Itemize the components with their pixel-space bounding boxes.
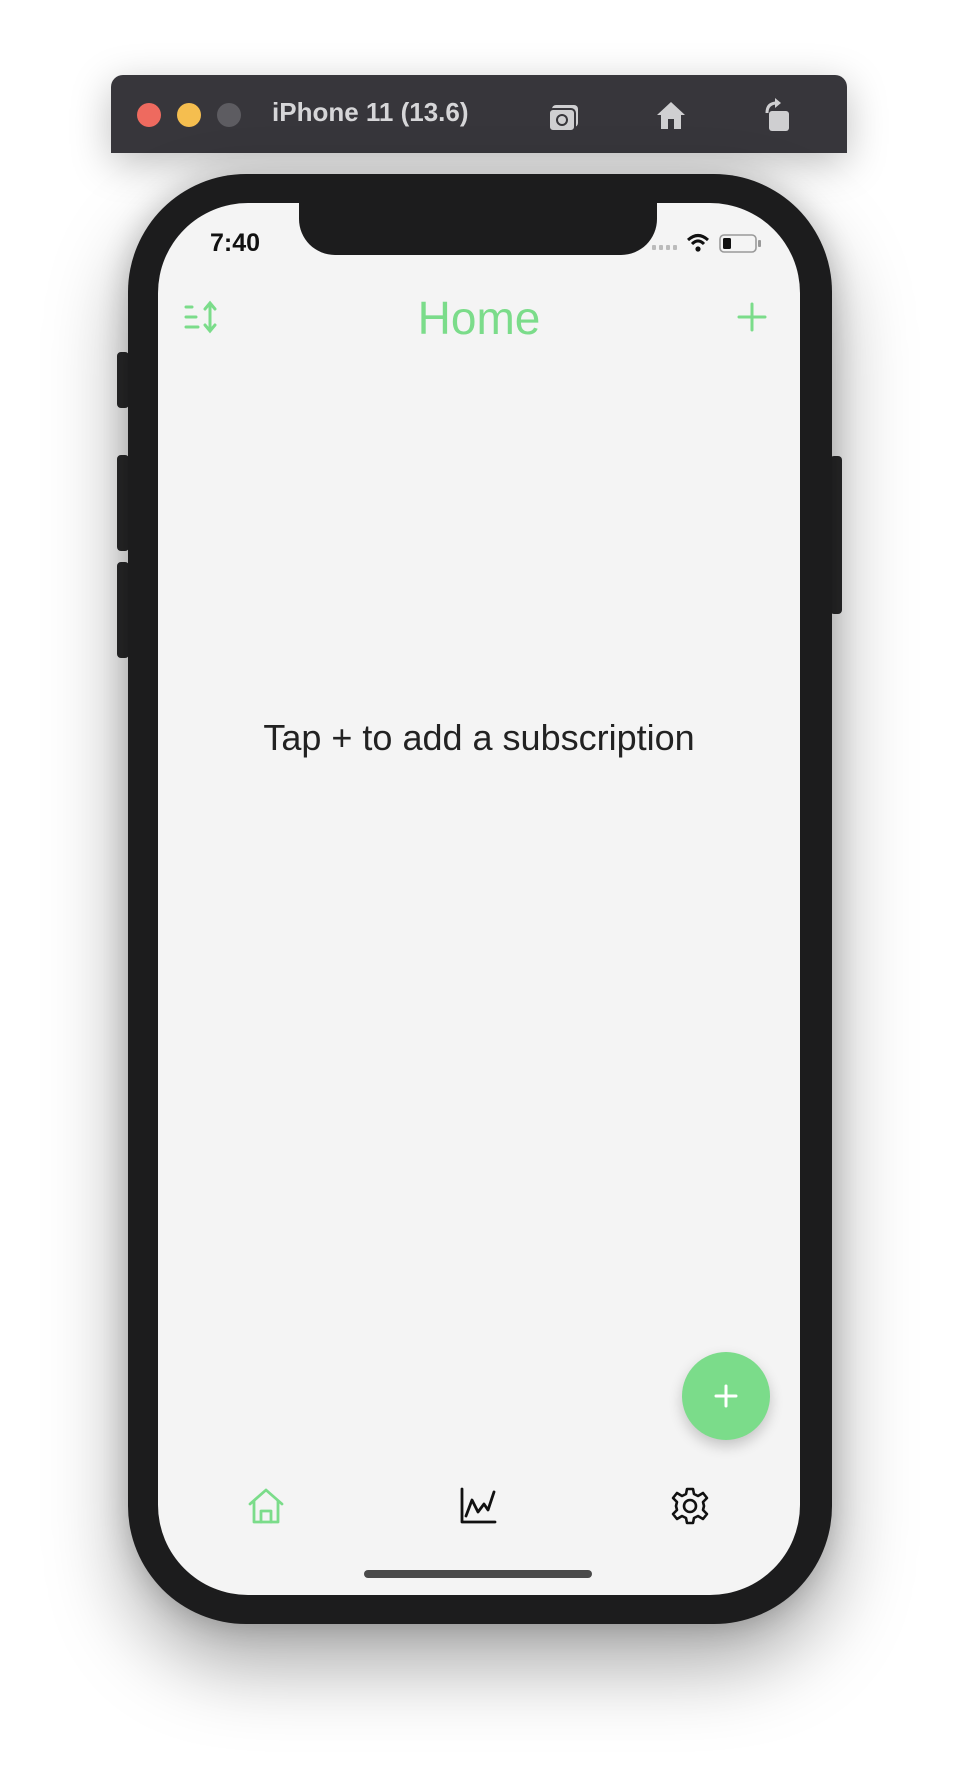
window-minimize-button[interactable] bbox=[177, 103, 201, 127]
wifi-icon bbox=[686, 234, 710, 252]
add-subscription-fab[interactable] bbox=[682, 1352, 770, 1440]
screenshot-icon[interactable] bbox=[546, 95, 586, 135]
tab-stats[interactable] bbox=[458, 1486, 498, 1526]
gear-icon bbox=[671, 1487, 709, 1525]
tab-settings[interactable] bbox=[670, 1486, 710, 1526]
rotate-icon[interactable] bbox=[757, 95, 797, 135]
app-screen: 7:40 Home Tap + to add a subscription bbox=[158, 203, 800, 1595]
home-icon bbox=[248, 1488, 284, 1524]
home-button-icon[interactable] bbox=[651, 95, 691, 135]
chart-icon bbox=[460, 1487, 497, 1524]
add-subscription-button[interactable] bbox=[734, 299, 770, 335]
notch bbox=[299, 203, 657, 255]
page-title: Home bbox=[417, 292, 541, 344]
status-icons bbox=[652, 231, 772, 255]
plus-icon bbox=[737, 302, 767, 332]
tab-home[interactable] bbox=[246, 1486, 286, 1526]
home-indicator[interactable] bbox=[364, 1570, 592, 1578]
window-close-button[interactable] bbox=[137, 103, 161, 127]
battery-icon bbox=[719, 234, 761, 253]
window-zoom-button[interactable] bbox=[217, 103, 241, 127]
plus-icon bbox=[714, 1384, 738, 1408]
status-time: 7:40 bbox=[210, 229, 261, 257]
simulator-title: iPhone 11 (13.6) bbox=[272, 97, 469, 127]
empty-state-message: Tap + to add a subscription bbox=[263, 717, 695, 758]
cellular-signal-icon bbox=[652, 245, 677, 250]
simulator-title-bar: iPhone 11 (13.6) bbox=[111, 75, 847, 153]
